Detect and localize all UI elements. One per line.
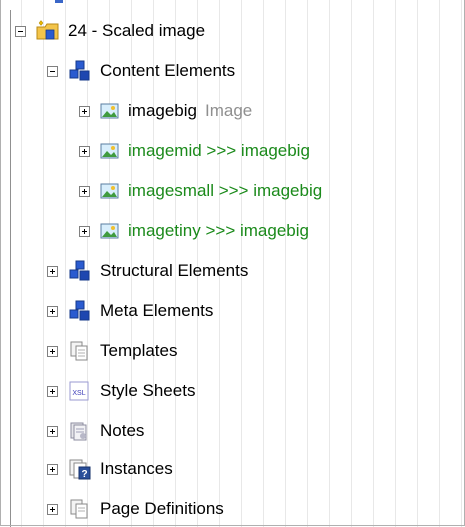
style-sheets-label: Style Sheets — [100, 381, 196, 400]
expand-toggle-notes[interactable] — [47, 425, 58, 437]
tree-connector-line — [10, 10, 11, 527]
tree-node-image[interactable]: imagemid >>> imagebig — [79, 139, 310, 163]
image-icon — [100, 102, 120, 120]
image-type: Image — [205, 101, 253, 120]
expand-toggle-image[interactable] — [79, 225, 90, 237]
page-definitions-label: Page Definitions — [100, 499, 224, 518]
cubes-icon — [68, 60, 92, 82]
root-label: 24 - Scaled image — [68, 21, 206, 40]
tree-node-page-definitions[interactable]: Page Definitions — [47, 497, 224, 521]
cubes-icon — [68, 300, 92, 322]
tree-node-root[interactable]: 24 - Scaled image — [15, 19, 205, 43]
tree-node-image[interactable]: imagesmall >>> imagebig — [79, 179, 322, 203]
expand-toggle-image[interactable] — [79, 105, 90, 117]
expand-toggle-image[interactable] — [79, 145, 90, 157]
image-name: imagebig — [128, 101, 197, 120]
templates-label: Templates — [100, 341, 178, 360]
tree-node-instances[interactable]: ? Instances — [47, 457, 173, 481]
image-name: imagetiny >>> imagebig — [128, 221, 309, 240]
template-pages-icon — [68, 340, 92, 362]
expand-toggle-templates[interactable] — [47, 345, 58, 357]
expand-toggle-image[interactable] — [79, 185, 90, 197]
tree-node-templates[interactable]: Templates — [47, 339, 177, 363]
collapse-toggle-content-elements[interactable] — [47, 65, 58, 77]
svg-text:?: ? — [81, 469, 87, 480]
instances-label: Instances — [100, 459, 173, 478]
xsl-icon-text: XSL — [72, 390, 85, 397]
image-icon — [100, 142, 120, 160]
tree-node-image[interactable]: imagebig Image — [79, 99, 252, 123]
image-icon — [100, 182, 120, 200]
xsl-icon: XSL — [68, 380, 92, 402]
scroll-mark — [55, 0, 63, 3]
tree-node-notes[interactable]: Notes — [47, 419, 144, 443]
tree-node-image[interactable]: imagetiny >>> imagebig — [79, 219, 309, 243]
image-icon — [100, 222, 120, 240]
content-elements-label: Content Elements — [100, 61, 236, 80]
structural-elements-label: Structural Elements — [100, 261, 249, 280]
page-definition-icon — [68, 498, 92, 520]
instances-icon: ? — [68, 458, 92, 480]
tree-node-style-sheets[interactable]: XSL Style Sheets — [47, 379, 195, 403]
image-name: imagesmall >>> imagebig — [128, 181, 323, 200]
tree-node-structural-elements[interactable]: Structural Elements — [47, 259, 248, 283]
expand-toggle-structural-elements[interactable] — [47, 265, 58, 277]
tree-node-content-elements[interactable]: Content Elements — [47, 59, 235, 83]
expand-toggle-style-sheets[interactable] — [47, 385, 58, 397]
expand-toggle-instances[interactable] — [47, 463, 58, 475]
image-name: imagemid >>> imagebig — [128, 141, 310, 160]
meta-elements-label: Meta Elements — [100, 301, 214, 320]
tree-node-meta-elements[interactable]: Meta Elements — [47, 299, 213, 323]
notes-icon — [68, 420, 92, 442]
expand-toggle-meta-elements[interactable] — [47, 305, 58, 317]
expand-toggle-page-definitions[interactable] — [47, 503, 58, 515]
notes-label: Notes — [100, 421, 145, 440]
cubes-icon — [68, 260, 92, 282]
project-folder-icon — [36, 20, 60, 42]
collapse-toggle-root[interactable] — [15, 25, 26, 37]
